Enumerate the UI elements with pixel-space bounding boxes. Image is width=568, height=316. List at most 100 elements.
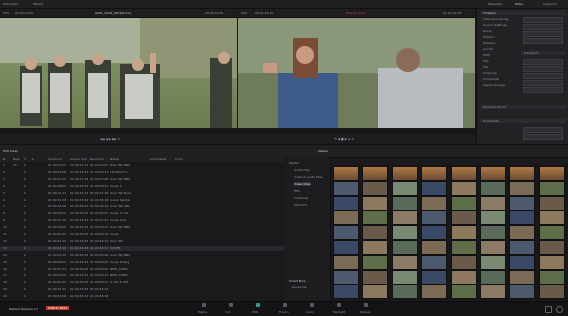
clip-thumbnail[interactable] — [538, 269, 565, 285]
clip-thumbnail[interactable] — [421, 254, 448, 270]
smart-bin-item[interactable]: Keywords — [292, 285, 306, 289]
clip-thumbnail[interactable] — [333, 269, 359, 285]
clip-thumbnail[interactable] — [391, 195, 418, 211]
clip-thumbnail[interactable] — [480, 180, 506, 196]
clip-thumbnail[interactable] — [538, 210, 565, 226]
inspector-section-composite[interactable]: Composite — [483, 119, 499, 123]
table-row[interactable]: 20 C 01:00:53:06 01:00:53:14 01:00:53:18 — [0, 294, 284, 299]
page-color-label[interactable]: Color — [306, 310, 314, 314]
inspector-value-field[interactable] — [523, 59, 563, 65]
clip-thumbnail[interactable] — [421, 166, 448, 181]
media-pool-tab[interactable]: Edit Index — [3, 2, 18, 6]
clip-thumbnail[interactable] — [450, 284, 477, 300]
page-cut-label[interactable]: Cut — [225, 310, 230, 314]
source-scrubber[interactable] — [0, 129, 237, 134]
inspector-value-field[interactable] — [523, 38, 563, 44]
inspector-tab[interactable]: Inspector — [543, 2, 557, 6]
clip-thumbnail[interactable] — [450, 210, 477, 226]
inspector-value-field[interactable] — [523, 87, 563, 93]
clip-thumbnail[interactable] — [333, 225, 359, 241]
mixer-tab[interactable]: Mixer — [515, 2, 523, 6]
clip-thumbnail[interactable] — [391, 254, 418, 270]
bin-item[interactable]: Timelines — [294, 196, 308, 200]
table-row[interactable]: 4 C 01:00:28:07 01:00:28:16 01:00:28:21 Cover… — [0, 184, 284, 189]
clip-thumbnail[interactable] — [538, 240, 565, 255]
table-row[interactable]: 6 C 01:00:32:18 01:00:33:04 01:00:33:18 Cover… — [0, 198, 284, 203]
clip-thumbnail[interactable] — [333, 195, 359, 211]
clip-thumbnail[interactable] — [538, 166, 565, 181]
inspector-value-field[interactable] — [523, 66, 563, 72]
clip-thumbnail[interactable] — [421, 240, 448, 255]
clip-thumbnail[interactable] — [362, 225, 389, 241]
clip-thumbnail[interactable] — [421, 195, 448, 211]
bin-item[interactable]: Video Clips — [294, 182, 311, 186]
clip-thumbnail[interactable] — [538, 225, 565, 241]
table-row[interactable]: 18 C 01:00:50:15 01:00:50:20 01:00:50:21 A 00… — [0, 280, 284, 285]
source-play-controls[interactable]: ◀◀ ◀ ▶ ▶▶ ⟲ — [100, 137, 120, 141]
clip-thumbnail[interactable] — [362, 254, 389, 270]
table-row[interactable]: 8 C 01:00:35:02 01:00:35:10 01:00:35:07 Cover… — [0, 211, 284, 216]
table-row[interactable]: 5 C 01:00:31:13 01:00:31:14 01:00:31:18 Over … — [0, 191, 284, 196]
clip-thumbnail[interactable] — [391, 210, 418, 226]
clip-thumbnail[interactable] — [333, 284, 359, 300]
clip-thumbnail[interactable] — [450, 180, 477, 196]
page-media-label[interactable]: Media — [198, 310, 207, 314]
clip-thumbnail[interactable] — [421, 225, 448, 241]
clip-thumbnail[interactable] — [538, 284, 565, 300]
inspector-section-transform[interactable]: Transform — [524, 51, 539, 55]
inspector-section-dynamic-zoom[interactable]: Dynamic Zoom — [483, 105, 506, 109]
clip-thumbnail[interactable] — [421, 210, 448, 226]
inspector-value-field[interactable] — [523, 127, 563, 133]
clip-thumbnail[interactable] — [509, 166, 536, 181]
page-media-icon[interactable] — [202, 303, 206, 307]
table-row[interactable]: 7 C 01:00:34:06 01:00:34:22 01:00:34:19 Over … — [0, 204, 284, 209]
table-row[interactable]: 16 C 01:00:47:13 01:00:48:00 01:00:48:02 NEW_… — [0, 267, 284, 272]
table-row[interactable]: 11 C 01:00:40:12 01:00:40:20 01:00:40:19 Cove… — [0, 232, 284, 237]
clip-thumbnail[interactable] — [509, 180, 536, 196]
clip-thumbnail[interactable] — [333, 240, 359, 255]
clip-thumbnail[interactable] — [362, 240, 389, 255]
col-header[interactable]: # — [3, 157, 6, 161]
inspector-value-field[interactable] — [523, 31, 563, 37]
col-header[interactable]: Reel — [13, 157, 19, 161]
clip-thumbnail[interactable] — [362, 166, 389, 181]
inspector-value-field[interactable] — [523, 73, 563, 79]
table-row[interactable]: 15 C 01:00:46:07 01:00:46:12 01:00:46:20 Cove… — [0, 260, 284, 265]
clip-thumbnail[interactable] — [450, 166, 477, 181]
clip-thumbnail[interactable] — [509, 195, 536, 211]
table-row[interactable]: 10 C 01:00:39:05 01:00:39:14 01:00:39:11 Over… — [0, 225, 284, 230]
timeline-viewer[interactable] — [238, 18, 475, 128]
clip-thumbnail[interactable] — [450, 225, 477, 241]
clip-thumbnail[interactable] — [333, 254, 359, 270]
clip-thumbnail[interactable] — [362, 284, 389, 300]
timeline-play-controls[interactable]: ⏮ ◀ ■ ▶ ⏭ ⟲ — [334, 137, 354, 141]
clip-thumbnail[interactable] — [450, 195, 477, 211]
table-row[interactable]: 2 C 01:00:25:08 01:00:25:10 01:00:25:12 Tilt … — [0, 170, 284, 175]
inspector-value-field[interactable] — [523, 134, 563, 140]
clip-thumbnail[interactable] — [509, 210, 536, 226]
clip-thumbnail[interactable] — [450, 254, 477, 270]
timeline-name[interactable]: Edit Timeline — [346, 11, 366, 15]
clip-thumbnail[interactable] — [421, 180, 448, 196]
col-header[interactable]: Color — [175, 157, 183, 161]
clip-thumbnail[interactable] — [480, 269, 506, 285]
clip-thumbnail[interactable] — [333, 210, 359, 226]
table-row[interactable]: 3 C 01:00:27:03 01:00:27:18 01:00:27:08 Over … — [0, 177, 284, 182]
home-icon[interactable] — [556, 306, 563, 313]
clip-thumbnail[interactable] — [480, 225, 506, 241]
col-header[interactable]: C — [32, 157, 34, 161]
bin-item[interactable]: Master — [289, 161, 299, 165]
clip-thumbnail[interactable] — [391, 269, 418, 285]
timeline-zoom[interactable]: 50% — [241, 11, 248, 15]
clip-thumbnail[interactable] — [362, 210, 389, 226]
table-row[interactable]: 13 C 01:00:43:10 01:00:43:18 01:00:43:21 COVE… — [0, 245, 284, 251]
effects-tab[interactable]: Effects — [33, 2, 43, 6]
source-zoom[interactable]: 50% — [3, 11, 10, 15]
page-edit-label[interactable]: Edit — [252, 310, 258, 314]
clip-thumbnail[interactable] — [391, 180, 418, 196]
clip-thumbnail[interactable] — [480, 240, 506, 255]
col-header[interactable]: Name — [110, 157, 119, 161]
table-row[interactable]: 17 C 01:00:49:04 01:00:49:11 01:00:49:13 NEW_… — [0, 273, 284, 278]
table-row[interactable]: 1 V1 C 01:00:22:07 01:00:22:11 01:00:22:07 Ove… — [0, 163, 284, 168]
table-row[interactable]: 19 C 01:00:51:22 01:00:52:05 01:00:52:10 — [0, 287, 284, 292]
